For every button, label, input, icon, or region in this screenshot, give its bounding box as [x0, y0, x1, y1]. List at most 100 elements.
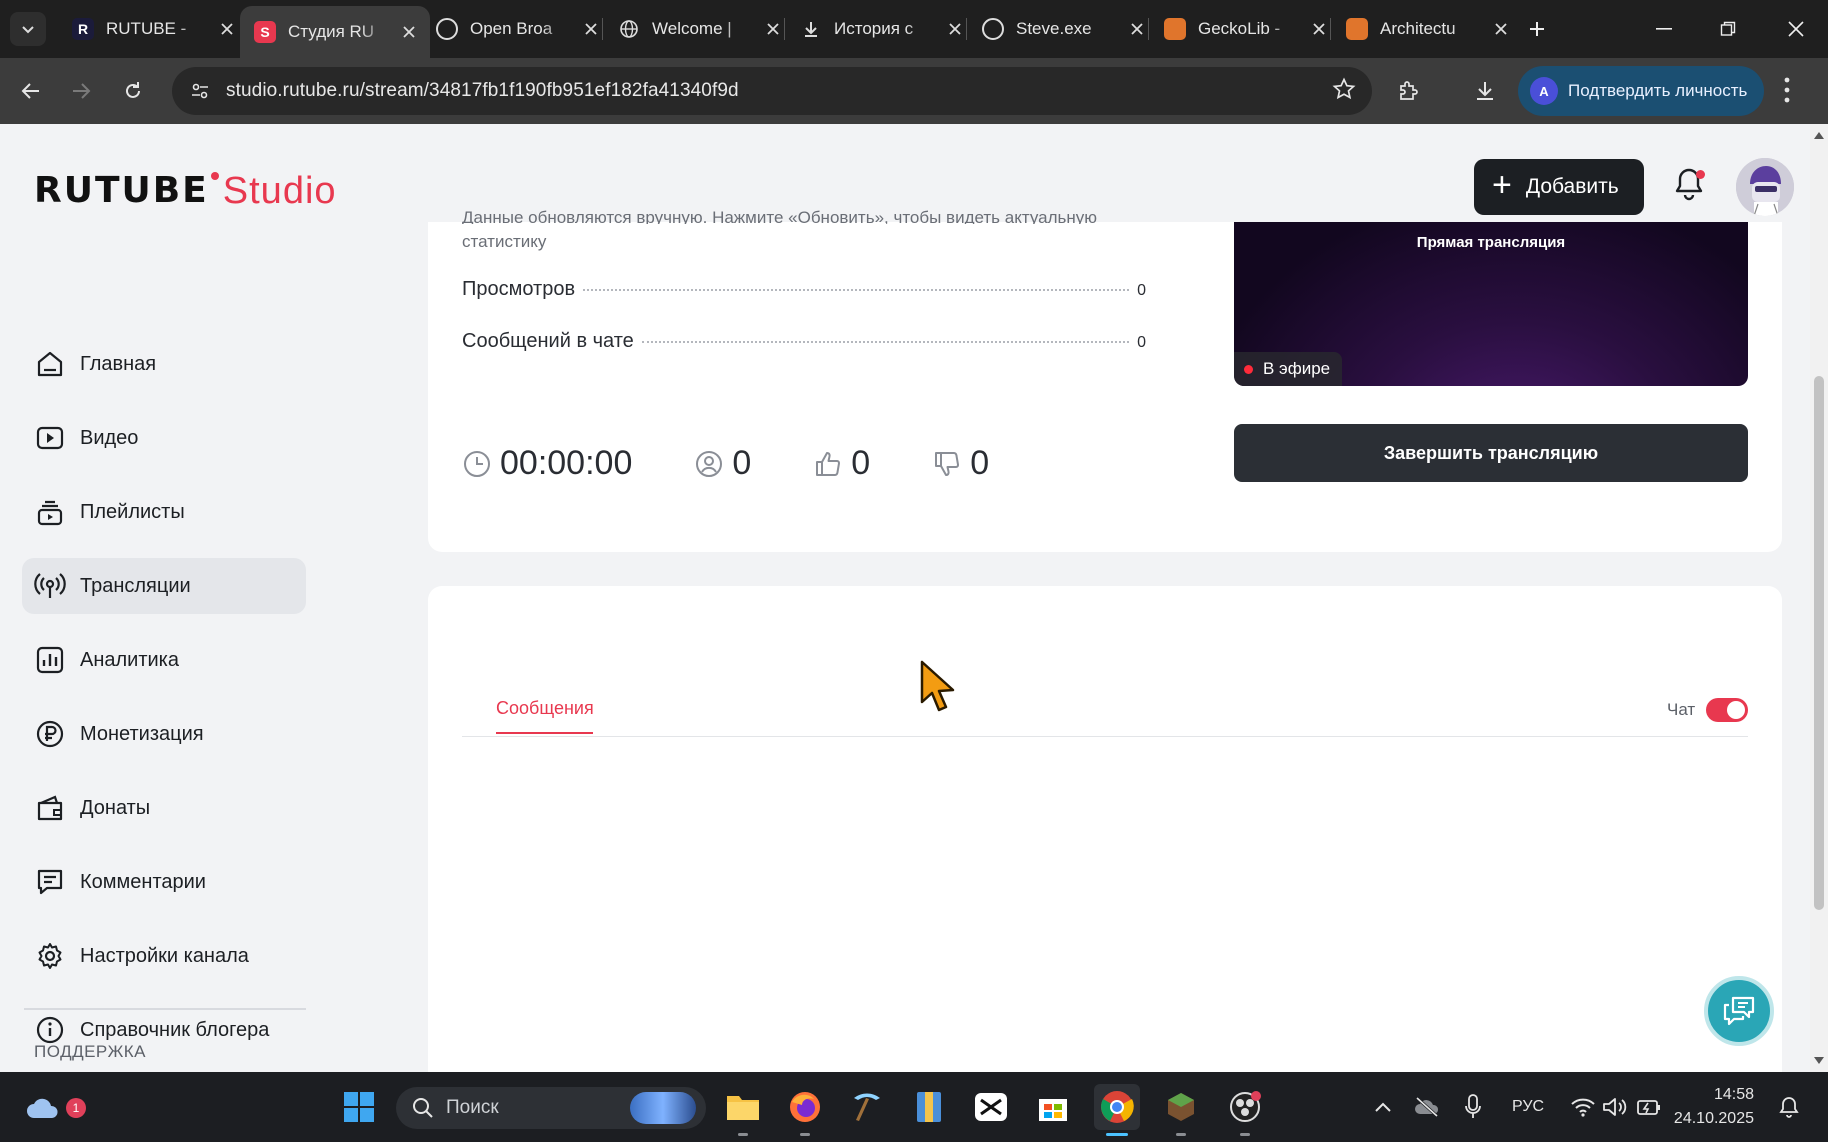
tray-onedrive[interactable] — [1404, 1084, 1450, 1130]
ruble-icon — [34, 718, 66, 750]
stream-stats-card: Данные обновляются вручную. Нажмите «Обн… — [428, 208, 1782, 552]
tab-messages[interactable]: Сообщения — [496, 698, 594, 719]
scroll-down-arrow[interactable] — [1814, 1056, 1824, 1066]
close-tab-icon[interactable] — [582, 20, 600, 38]
sidebar-item-donations[interactable]: Донаты — [22, 780, 306, 836]
browser-tab-steam[interactable]: Steve.exe — [968, 6, 1158, 52]
close-tab-icon[interactable] — [1128, 20, 1146, 38]
sidebar-item-label: Видео — [80, 426, 139, 449]
sidebar-item-broadcasts[interactable]: Трансляции — [22, 558, 306, 614]
user-avatar[interactable] — [1736, 158, 1794, 216]
browser-menu-button[interactable] — [1782, 72, 1792, 113]
reload-icon — [126, 82, 140, 98]
taskbar-minecraft[interactable] — [1158, 1084, 1204, 1136]
close-tab-icon[interactable] — [1310, 20, 1328, 38]
tab-title: Welcome | — [652, 19, 732, 38]
tray-notifications[interactable] — [1766, 1084, 1812, 1130]
extensions-button[interactable] — [1390, 72, 1428, 110]
support-section-label: ПОДДЕРЖКА — [34, 1042, 147, 1061]
tray-microphone[interactable] — [1450, 1084, 1496, 1130]
sidebar-item-home[interactable]: Главная — [22, 336, 306, 392]
tab-search-button[interactable] — [10, 12, 46, 46]
browser-tab-studio[interactable]: S Студия RU — [240, 6, 430, 58]
obs-icon — [1230, 1091, 1261, 1122]
taskbar-chrome[interactable] — [1094, 1084, 1140, 1136]
weather-widget[interactable]: 1 — [20, 1084, 86, 1130]
download-icon — [800, 18, 822, 40]
toggle-knob — [1727, 701, 1745, 719]
live-badge: В эфире — [1234, 352, 1343, 386]
notifications-button[interactable] — [1672, 166, 1712, 206]
browser-tab-welcome[interactable]: Welcome | — [604, 6, 794, 52]
restore-window-button[interactable] — [1708, 12, 1748, 46]
sidebar-item-playlists[interactable]: Плейлисты — [22, 484, 306, 540]
sidebar-item-label: Донаты — [80, 796, 151, 819]
scroll-up-arrow[interactable] — [1814, 130, 1824, 140]
back-button[interactable] — [12, 72, 50, 110]
views-stat-row: Просмотров 0 — [462, 278, 1146, 301]
sidebar-item-analytics[interactable]: Аналитика — [22, 632, 306, 688]
bookmark-star-icon[interactable] — [1332, 77, 1356, 106]
taskbar-microsoft-store[interactable] — [1030, 1084, 1076, 1130]
browser-tab-geckolib[interactable]: GeckoLib - — [1150, 6, 1340, 52]
chevron-down-icon — [22, 26, 34, 34]
steam-icon — [982, 18, 1004, 40]
address-bar[interactable]: studio.rutube.ru/stream/34817fb1f190fb95… — [172, 67, 1372, 115]
close-tab-icon[interactable] — [946, 20, 964, 38]
sidebar-item-monetization[interactable]: Монетизация — [22, 706, 306, 762]
taskbar-capcut[interactable] — [968, 1084, 1014, 1130]
taskbar-app-installer[interactable] — [906, 1084, 952, 1130]
close-tab-icon[interactable] — [764, 20, 782, 38]
end-broadcast-button[interactable]: Завершить трансляцию — [1234, 424, 1748, 482]
stream-preview[interactable]: Прямая трансляция В эфире — [1234, 222, 1748, 386]
chat-toggle[interactable] — [1706, 698, 1748, 722]
tab-title: Студия RU — [288, 22, 375, 41]
chat-messages-value: 0 — [1137, 334, 1146, 351]
sidebar-item-comments[interactable]: Комментарии — [22, 854, 306, 910]
gear-icon — [34, 940, 66, 972]
clock-date[interactable]: 24.10.2025 — [1660, 1110, 1754, 1128]
forward-button[interactable] — [62, 72, 100, 110]
archive-icon — [917, 1092, 941, 1122]
taskbar-firefox[interactable] — [782, 1084, 828, 1136]
start-button[interactable] — [336, 1084, 382, 1130]
taskbar-minecraft-launcher[interactable] — [844, 1084, 890, 1130]
sidebar-item-video[interactable]: Видео — [22, 410, 306, 466]
browser-tab-obs[interactable]: Open Broa — [422, 6, 612, 52]
close-window-button[interactable] — [1776, 12, 1816, 46]
taskbar-search[interactable]: Поиск — [396, 1087, 706, 1129]
downloads-button[interactable] — [1466, 72, 1504, 110]
close-tab-icon[interactable] — [1492, 20, 1510, 38]
search-icon — [413, 1098, 433, 1118]
tray-show-hidden-icons[interactable] — [1360, 1084, 1406, 1130]
close-tab-icon[interactable] — [218, 20, 236, 38]
browser-tab-rutube[interactable]: R RUTUBE - — [58, 6, 248, 52]
browser-tab-architectury[interactable]: Architectu — [1332, 6, 1522, 52]
store-icon — [1039, 1099, 1067, 1121]
page-scrollbar[interactable] — [1810, 124, 1828, 1072]
minimize-window-button[interactable] — [1644, 12, 1684, 46]
site-info-icon[interactable] — [184, 75, 216, 107]
tab-title: Open Broa — [470, 19, 553, 38]
add-button[interactable]: + Добавить — [1474, 159, 1644, 215]
weather-badge: 1 — [66, 1098, 86, 1118]
taskbar-file-explorer[interactable] — [720, 1084, 766, 1136]
sidebar-item-channel-settings[interactable]: Настройки канала — [22, 928, 306, 984]
browser-tab-downloads[interactable]: История с — [786, 6, 976, 52]
close-tab-icon[interactable] — [400, 23, 418, 41]
logo-dot — [210, 172, 219, 180]
verify-identity-button[interactable]: A Подтвердить личность — [1518, 66, 1764, 116]
taskbar-obs[interactable] — [1222, 1084, 1268, 1136]
profile-avatar: A — [1530, 77, 1558, 105]
windows-logo-icon — [344, 1092, 374, 1122]
reload-button[interactable] — [114, 72, 152, 110]
rutube-studio-logo[interactable]: RUTUBE Studio — [34, 170, 337, 213]
scrollbar-thumb[interactable] — [1814, 376, 1824, 910]
chat-toggle-label: Чат — [1667, 700, 1696, 719]
clock-time[interactable]: 14:58 — [1688, 1086, 1754, 1104]
input-language-indicator[interactable]: РУС — [1512, 1098, 1544, 1116]
new-tab-button[interactable] — [1522, 14, 1552, 44]
clock-icon — [462, 449, 492, 479]
battery-charging-icon — [1637, 1100, 1660, 1115]
support-chat-button[interactable] — [1704, 976, 1774, 1046]
